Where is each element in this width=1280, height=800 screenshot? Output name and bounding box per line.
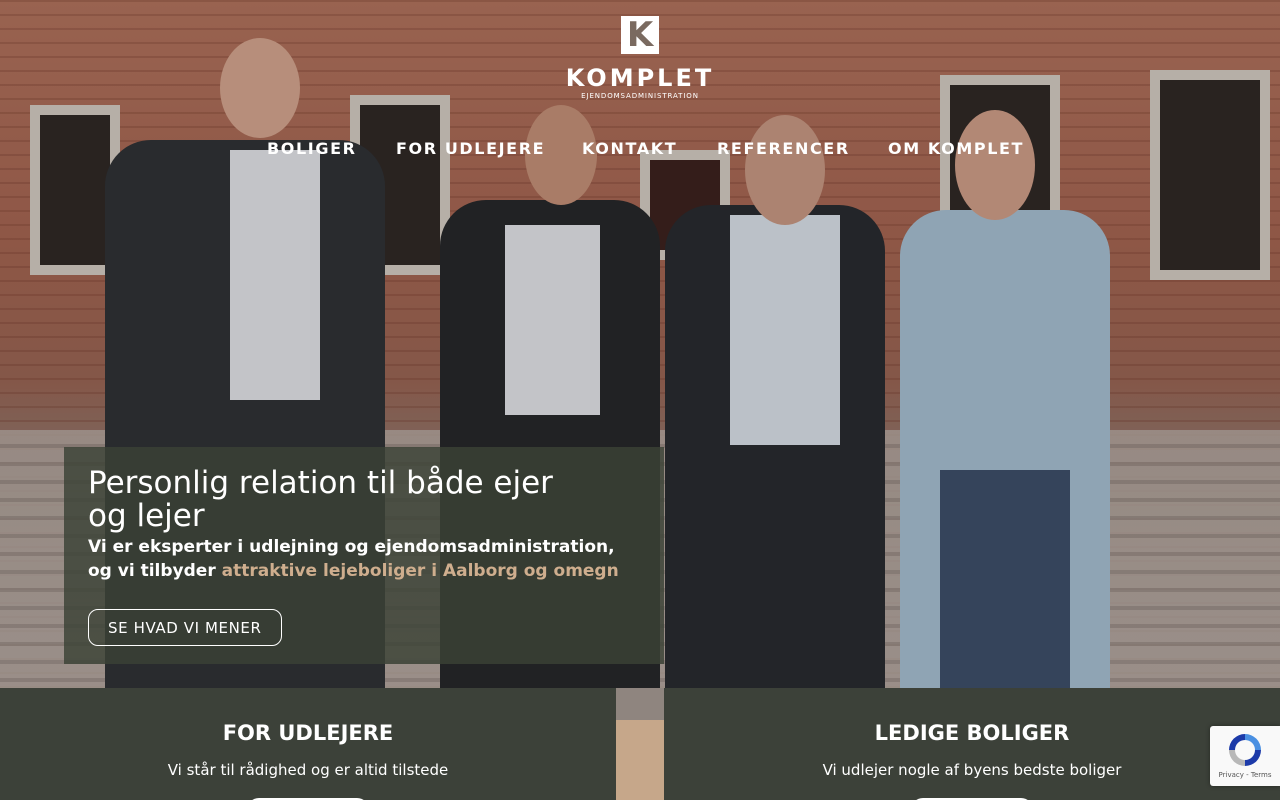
panel-for-udlejere: FOR UDLEJERE Vi står til rådighed og er … [0,688,616,800]
panel-subtitle-ledige-boliger: Vi udlejer nogle af byens bedste boliger [822,761,1122,779]
logo-mark-letter: K [626,15,654,55]
recaptcha-badge[interactable]: Privacy - Terms [1210,726,1280,786]
panel-subtitle-for-udlejere: Vi står til rådighed og er altid tilsted… [167,761,449,779]
hero-photo-strip [616,688,664,720]
recaptcha-links[interactable]: Privacy - Terms [1210,770,1280,780]
main-navigation: BOLIGER FOR UDLEJERE KONTAKT REFERENCER … [0,138,1280,162]
site-logo[interactable]: K KOMPLET EJENDOMSADMINISTRATION [564,16,716,100]
nav-item-boliger[interactable]: BOLIGER [267,138,357,160]
logo-mark-icon: K [621,16,659,54]
panel-ledige-boliger: LEDIGE BOLIGER Vi udlejer nogle af byens… [664,688,1280,800]
logo-tagline: EJENDOMSADMINISTRATION [581,92,699,100]
hero-body: Vi er eksperter i udlejning og ejendomsa… [88,535,628,583]
hero-body-line-2-prefix: og vi tilbyder [88,561,222,581]
hero-body-accent-link[interactable]: attraktive lejeboliger i Aalborg og omeg… [222,561,619,581]
nav-item-referencer[interactable]: REFERENCER [717,138,850,160]
recaptcha-icon [1229,734,1261,766]
nav-item-for-udlejere[interactable]: FOR UDLEJERE [396,138,545,160]
nav-item-om-komplet[interactable]: OM KOMPLET [888,138,1024,160]
panel-title-for-udlejere: FOR UDLEJERE [222,721,394,745]
hero-body-line-1: Vi er eksperter i udlejning og ejendomsa… [88,537,615,557]
nav-item-kontakt[interactable]: KONTAKT [582,138,677,160]
accent-divider [616,720,664,800]
see-what-we-mean-button[interactable]: SE HVAD VI MENER [88,609,282,646]
logo-wordmark: KOMPLET [565,64,715,92]
panel-title-ledige-boliger: LEDIGE BOLIGER [874,721,1070,745]
hero-text-box: Personlig relation til både ejer og leje… [64,447,664,664]
hero-headline: Personlig relation til både ejer og leje… [88,465,553,534]
